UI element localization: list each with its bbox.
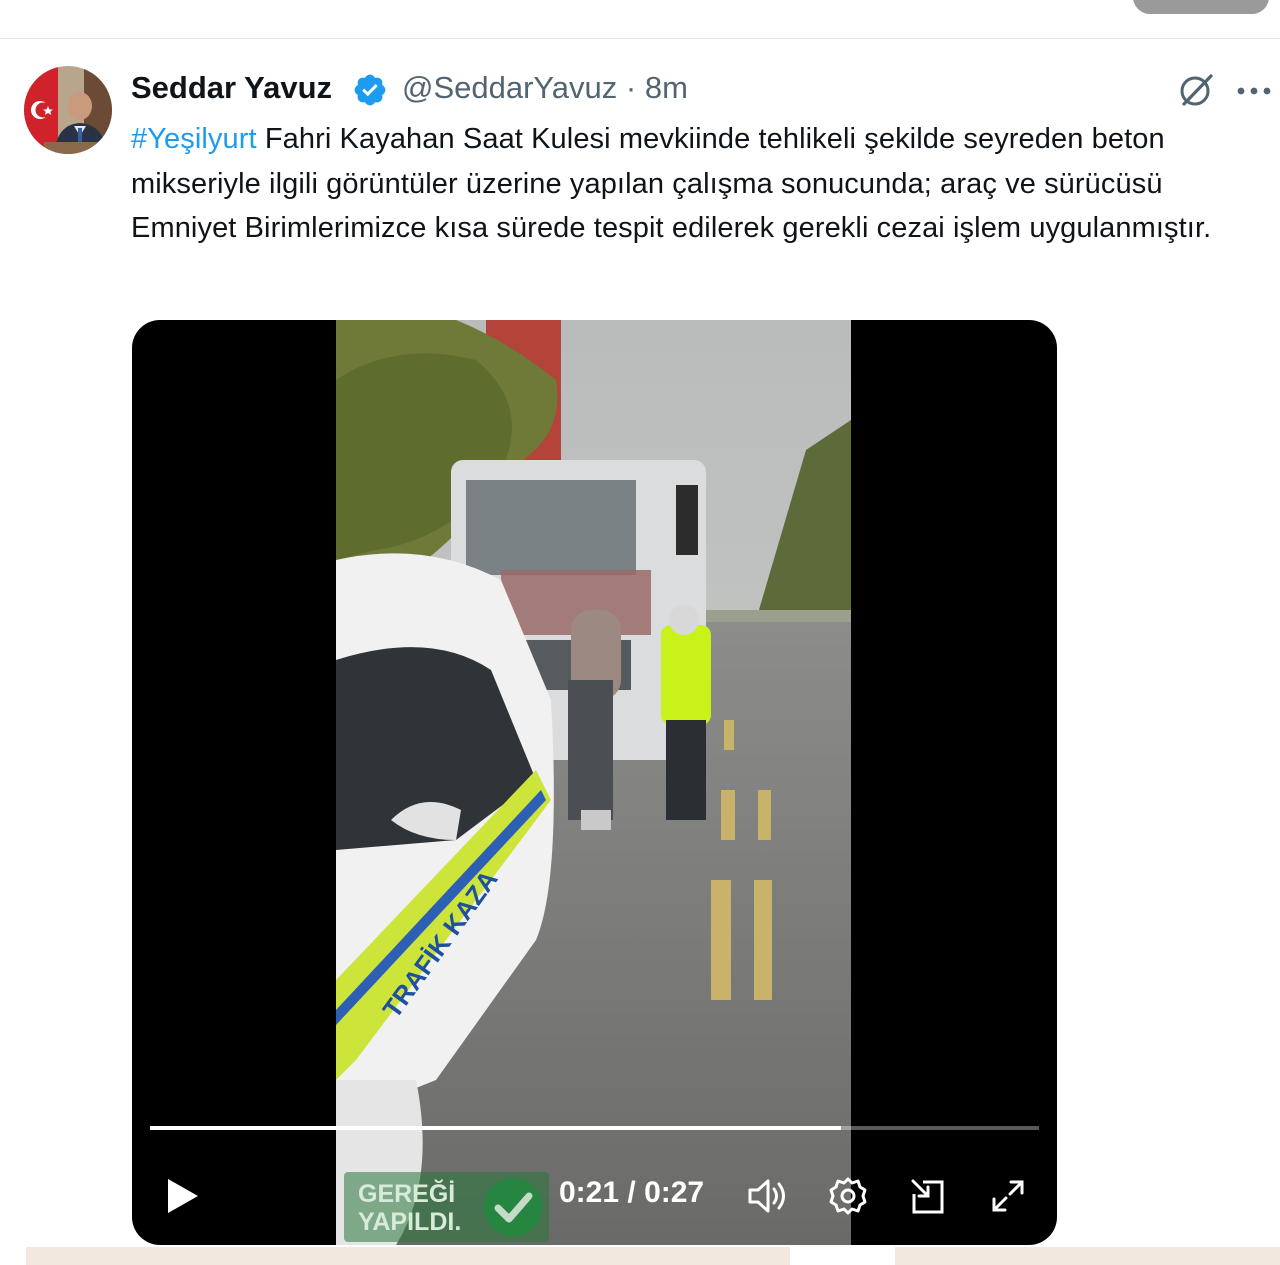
time-separator: / [619,1176,645,1209]
author-handle-and-time[interactable]: @SeddarYavuz · 8m [402,70,688,106]
video-time: 0:21 / 0:27 [559,1176,704,1210]
tweet-text: #Yeşilyurt Fahri Kayahan Saat Kulesi mev… [131,117,1276,251]
tweet-body: Fahri Kayahan Saat Kulesi mevkiinde tehl… [131,123,1212,244]
grok-icon[interactable] [1176,70,1216,110]
fullscreen-icon[interactable] [990,1178,1026,1214]
separator: · [625,70,637,105]
more-icon[interactable] [1236,86,1272,96]
picture-in-picture-icon[interactable] [908,1176,948,1216]
verified-badge-icon [354,74,386,106]
progress-fill [150,1126,842,1130]
stamp-line2: YAPILDI. [358,1208,462,1236]
page-bottom-strip [26,1247,1280,1265]
play-icon[interactable] [162,1176,202,1216]
progress-bar[interactable] [150,1126,1039,1130]
duration: 0:27 [644,1176,705,1209]
author-handle[interactable]: @SeddarYavuz [402,70,617,105]
hashtag-link[interactable]: #Yeşilyurt [131,123,257,155]
avatar[interactable] [24,66,112,154]
current-time: 0:21 [559,1176,620,1209]
tweet-time[interactable]: 8m [645,70,688,105]
check-icon [484,1178,542,1236]
video-frame[interactable]: TRAFİK KAZA [336,320,851,1245]
top-bar-button[interactable] [1133,0,1269,14]
stamp-line1: GEREĞİ [358,1180,456,1208]
page-bottom-strip-gap [790,1247,895,1265]
author-name[interactable]: Seddar Yavuz [131,70,332,106]
divider [0,38,1280,39]
volume-icon[interactable] [746,1176,794,1216]
watermark-stamp: GEREĞİ YAPILDI. [344,1172,549,1242]
gear-icon[interactable] [828,1176,868,1216]
video-player[interactable]: TRAFİK KAZA GEREĞİ YAPILDI. 0:21 / 0:27 [132,320,1057,1245]
